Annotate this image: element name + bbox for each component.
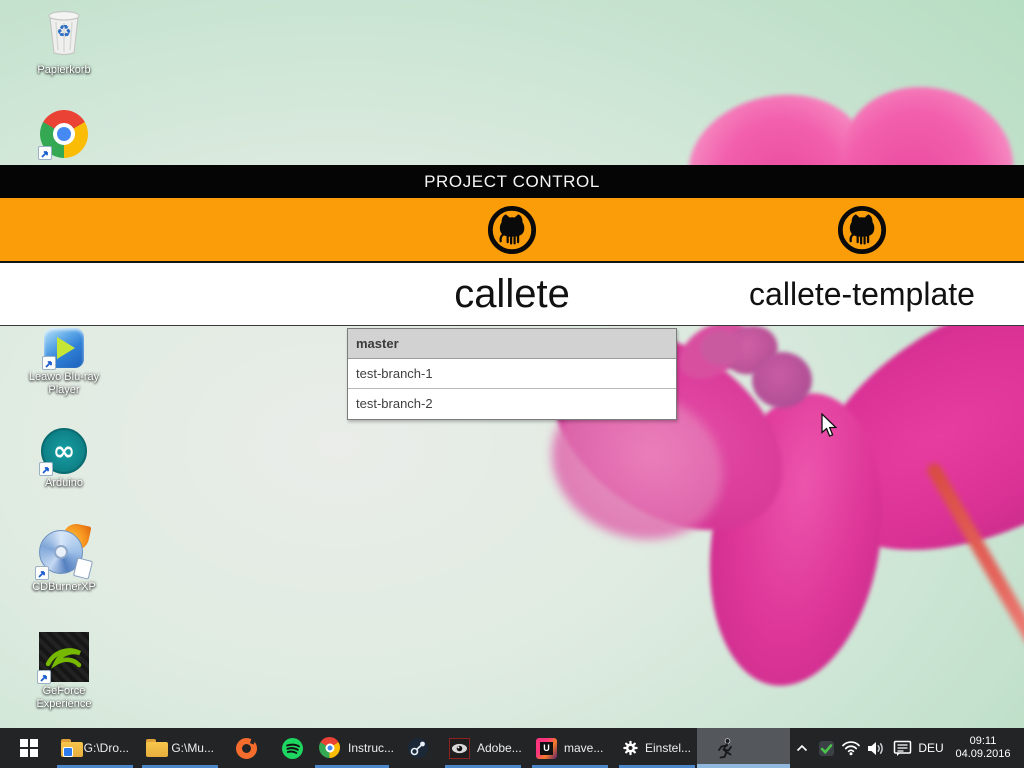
desktop-icon-chrome-shortcut[interactable] [16,110,112,160]
document-icon [72,557,94,580]
shortcut-arrow-icon [35,566,49,580]
taskbar-item-label: mave... [564,741,604,755]
branch-dropdown-list: master test-branch-1 test-branch-2 [347,328,677,420]
taskbar-item-spotify[interactable] [270,728,314,768]
tray-action-center[interactable] [888,728,916,768]
folder-icon [146,739,168,757]
taskbar-item-steam[interactable] [396,728,440,768]
desktop-icon-label: Papierkorb [37,64,91,76]
spotify-icon [281,737,303,759]
active-window-indicator [697,764,790,768]
adobe-eye-icon [449,737,470,759]
taskbar-item-intellij-maven[interactable]: U mave... [530,728,610,768]
repo-callete-template[interactable]: callete-template [702,263,1022,325]
taskbar-item-label: Einstel... [644,741,691,755]
flower-bud [752,352,812,408]
repo-callete[interactable]: callete [352,263,672,325]
taskbar-item-label: G:\Mu... [171,741,214,755]
intellij-idea-icon: U [536,737,557,759]
desktop-icon-label: Arduino [45,477,83,489]
taskbar-item-explorer-music[interactable]: G:\Mu... [140,728,220,768]
project-control-repo-band: callete callete-template [0,263,1024,326]
taskbar: G:\Dro... G:\Mu... Instruc... Adobe... U… [0,728,1024,768]
taskbar-item-label: Adobe... [477,741,522,755]
chrome-icon-center [53,123,75,145]
tray-wifi[interactable] [839,728,863,768]
infinity-glyph: ∞ [52,435,76,467]
project-control-titlebar: PROJECT CONTROL [0,165,1024,198]
runner-app-icon [718,738,732,759]
clock-time: 09:11 [969,735,997,747]
speaker-icon [867,741,883,755]
settings-gear-icon [623,740,638,756]
shortcut-arrow-icon [39,462,53,476]
chrome-icon [319,737,341,759]
clock-date: 04.09.2016 [955,748,1011,760]
windows-logo-icon [20,739,38,757]
action-center-icon [893,740,911,756]
desktop-icon-recycle-bin[interactable]: ♻ Papierkorb [16,10,112,77]
branch-item-master[interactable]: master [348,329,676,359]
play-triangle-icon [57,337,75,359]
github-octocat-icon[interactable] [486,204,538,256]
folder-icon [61,739,83,757]
branch-item-test-branch-2[interactable]: test-branch-2 [348,389,676,419]
branch-item-test-branch-1[interactable]: test-branch-1 [348,359,676,389]
tray-clock[interactable]: 09:11 04.09.2016 [948,728,1018,768]
taskbar-item-settings[interactable]: Einstel... [617,728,697,768]
desktop-icon-label: CDBurnerXP [32,581,96,593]
desktop-icon-label: GeForce Experience [36,685,92,710]
origin-icon [235,736,257,759]
desktop-wallpaper: ♻ Papierkorb Leawo Blu-ray Player ∞ Ardu… [0,0,1024,768]
taskbar-item-origin[interactable] [224,728,268,768]
desktop-icon-label: Leawo Blu-ray Player [28,371,100,396]
shortcut-arrow-icon [38,146,52,160]
desktop-icon-leawo[interactable]: Leawo Blu-ray Player [16,328,112,397]
steam-icon [408,738,428,758]
taskbar-item-chrome[interactable]: Instruc... [313,728,395,768]
taskbar-item-project-control-app[interactable] [697,728,790,768]
mouse-cursor [821,413,838,437]
taskbar-item-label: Instruc... [348,741,395,755]
dropbox-badge-icon [63,747,73,757]
tray-chevron-up[interactable] [790,728,814,768]
chevron-up-icon [796,744,808,752]
flower-bud [700,330,742,366]
shortcut-arrow-icon [42,356,56,370]
nvidia-swoosh-icon [45,648,82,669]
taskbar-item-explorer-dropbox[interactable]: G:\Dro... [55,728,135,768]
project-control-orange-band [0,198,1024,263]
tray-sync-app[interactable] [815,728,837,768]
cd-hole [54,545,68,559]
tray-language-indicator[interactable]: DEU [914,728,948,768]
language-code: DEU [918,741,944,755]
taskbar-item-adobe[interactable]: Adobe... [443,728,523,768]
desktop-icon-arduino[interactable]: ∞ Arduino [16,428,112,490]
tray-volume[interactable] [863,728,887,768]
taskbar-item-label: G:\Dro... [83,741,129,755]
github-octocat-icon[interactable] [836,204,888,256]
desktop-icon-geforce[interactable]: GeForce Experience [16,632,112,711]
recycle-symbol-icon: ♻ [56,22,72,42]
sync-check-icon [818,740,834,756]
project-control-title: PROJECT CONTROL [424,171,600,191]
shortcut-arrow-icon [37,670,51,684]
start-button[interactable] [8,728,50,768]
wifi-icon [842,741,860,756]
desktop-icon-cdburnerxp[interactable]: CDBurnerXP [16,521,112,594]
